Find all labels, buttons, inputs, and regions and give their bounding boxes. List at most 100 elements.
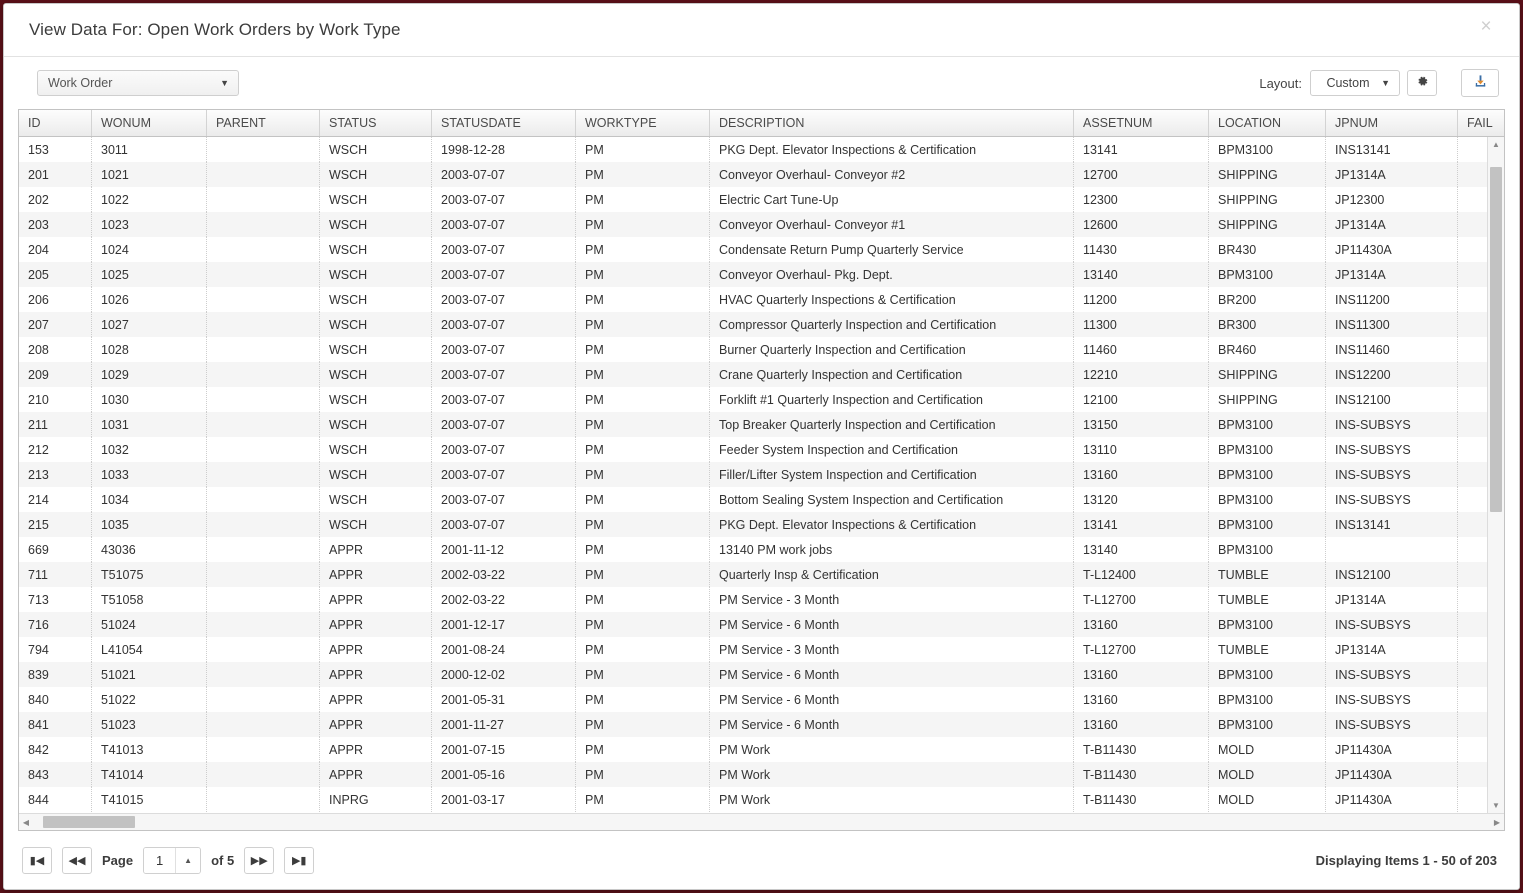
horizontal-scrollbar-thumb[interactable] <box>43 816 135 828</box>
scroll-up-icon[interactable]: ▲ <box>1488 137 1504 152</box>
cell-parent <box>207 362 320 387</box>
table-row[interactable]: 840 51022 APPR 2001-05-31 PM PM Service - 6 M… <box>19 687 1504 712</box>
scroll-down-icon[interactable]: ▼ <box>1488 798 1504 813</box>
table-row[interactable]: 210 1030 WSCH 2003-07-07 PM Forklift #1 Quart… <box>19 387 1504 412</box>
column-header-id[interactable]: ID <box>19 110 92 136</box>
cell-assetnum: 12600 <box>1074 212 1209 237</box>
table-row[interactable]: 203 1023 WSCH 2003-07-07 PM Conveyor Overhaul… <box>19 212 1504 237</box>
status-text: Displaying Items 1 - 50 of 203 <box>1315 853 1497 868</box>
layout-select[interactable]: Custom ▼ <box>1310 70 1400 96</box>
cell-statusdate: 2003-07-07 <box>432 362 576 387</box>
vertical-scrollbar[interactable]: ▲ ▼ <box>1487 137 1504 813</box>
cell-description: Filler/Lifter System Inspection and Cert… <box>710 462 1074 487</box>
table-row[interactable]: 842 T41013 APPR 2001-07-15 PM PM Work T-B11430… <box>19 737 1504 762</box>
cell-worktype: PM <box>576 437 710 462</box>
cell-status: WSCH <box>320 512 432 537</box>
cell-wonum: T41015 <box>92 787 207 812</box>
cell-assetnum: 13110 <box>1074 437 1209 462</box>
table-row[interactable]: 843 T41014 APPR 2001-05-16 PM PM Work T-B11430… <box>19 762 1504 787</box>
cell-jpnum: INS11300 <box>1326 312 1458 337</box>
last-page-button[interactable]: ▶▮ <box>284 847 315 874</box>
cell-parent <box>207 487 320 512</box>
export-button[interactable] <box>1461 69 1499 97</box>
cell-assetnum: 13140 <box>1074 537 1209 562</box>
table-row[interactable]: 215 1035 WSCH 2003-07-07 PM PKG Dept. Elevato… <box>19 512 1504 537</box>
table-row[interactable]: 202 1022 WSCH 2003-07-07 PM Electric Cart Tun… <box>19 187 1504 212</box>
cell-parent <box>207 412 320 437</box>
cell-statusdate: 2001-05-31 <box>432 687 576 712</box>
page-input[interactable] <box>144 848 176 873</box>
cell-parent <box>207 762 320 787</box>
close-icon[interactable]: × <box>1475 16 1497 38</box>
table-row[interactable]: 211 1031 WSCH 2003-07-07 PM Top Breaker Quart… <box>19 412 1504 437</box>
previous-page-button[interactable]: ◀◀ <box>62 847 92 874</box>
table-row[interactable]: 153 3011 WSCH 1998-12-28 PM PKG Dept. Elevato… <box>19 137 1504 162</box>
column-header-wonum[interactable]: WONUM <box>92 110 207 136</box>
cell-assetnum: 13160 <box>1074 462 1209 487</box>
settings-button[interactable] <box>1407 70 1437 96</box>
dialog-header: View Data For: Open Work Orders by Work … <box>4 4 1519 57</box>
column-header-worktype[interactable]: WORKTYPE <box>576 110 710 136</box>
table-row[interactable]: 208 1028 WSCH 2003-07-07 PM Burner Quarterly … <box>19 337 1504 362</box>
table-row[interactable]: 214 1034 WSCH 2003-07-07 PM Bottom Sealing Sy… <box>19 487 1504 512</box>
cell-worktype: PM <box>576 462 710 487</box>
table-row[interactable]: 204 1024 WSCH 2003-07-07 PM Condensate Return… <box>19 237 1504 262</box>
table-row[interactable]: 209 1029 WSCH 2003-07-07 PM Crane Quarterly I… <box>19 362 1504 387</box>
column-header-statusdate[interactable]: STATUSDATE <box>432 110 576 136</box>
column-header-status[interactable]: STATUS <box>320 110 432 136</box>
cell-parent <box>207 237 320 262</box>
cell-description: Forklift #1 Quarterly Inspection and Cer… <box>710 387 1074 412</box>
column-header-assetnum[interactable]: ASSETNUM <box>1074 110 1209 136</box>
table-row[interactable]: 841 51023 APPR 2001-11-27 PM PM Service - 6 M… <box>19 712 1504 737</box>
table-row[interactable]: 716 51024 APPR 2001-12-17 PM PM Service - 6 M… <box>19 612 1504 637</box>
table-row[interactable]: 713 T51058 APPR 2002-03-22 PM PM Service - 3 … <box>19 587 1504 612</box>
column-header-failurecode[interactable]: FAIL <box>1458 110 1504 136</box>
table-row[interactable]: 711 T51075 APPR 2002-03-22 PM Quarterly Insp … <box>19 562 1504 587</box>
first-page-button[interactable]: ▮◀ <box>22 847 52 874</box>
table-row[interactable]: 794 L41054 APPR 2001-08-24 PM PM Service - 3 … <box>19 637 1504 662</box>
table-row[interactable]: 213 1033 WSCH 2003-07-07 PM Filler/Lifter Sys… <box>19 462 1504 487</box>
column-header-parent[interactable]: PARENT <box>207 110 320 136</box>
cell-location: BPM3100 <box>1209 412 1326 437</box>
table-row[interactable]: 201 1021 WSCH 2003-07-07 PM Conveyor Overhaul… <box>19 162 1504 187</box>
cell-wonum: 1021 <box>92 162 207 187</box>
object-select[interactable]: Work Order ▼ <box>37 70 239 96</box>
cell-id: 213 <box>19 462 92 487</box>
cell-statusdate: 2001-12-17 <box>432 612 576 637</box>
table-row[interactable]: 205 1025 WSCH 2003-07-07 PM Conveyor Overhaul… <box>19 262 1504 287</box>
cell-statusdate: 2003-07-07 <box>432 487 576 512</box>
cell-description: PKG Dept. Elevator Inspections & Certifi… <box>710 512 1074 537</box>
cell-description: Bottom Sealing System Inspection and Cer… <box>710 487 1074 512</box>
cell-id: 211 <box>19 412 92 437</box>
column-header-jpnum[interactable]: JPNUM <box>1326 110 1458 136</box>
cell-wonum: 43036 <box>92 537 207 562</box>
cell-location: SHIPPING <box>1209 162 1326 187</box>
next-page-button[interactable]: ▶▶ <box>244 847 275 874</box>
table-row[interactable]: 839 51021 APPR 2000-12-02 PM PM Service - 6 M… <box>19 662 1504 687</box>
table-row[interactable]: 844 T41015 INPRG 2001-03-17 PM PM Work T-B1143… <box>19 787 1504 812</box>
cell-jpnum: JP1314A <box>1326 162 1458 187</box>
cell-worktype: PM <box>576 537 710 562</box>
cell-parent <box>207 512 320 537</box>
page-spinner-up-icon[interactable]: ▲ <box>175 848 201 873</box>
cell-id: 205 <box>19 262 92 287</box>
table-row[interactable]: 669 43036 APPR 2001-11-12 PM 13140 PM work jo… <box>19 537 1504 562</box>
cell-status: WSCH <box>320 212 432 237</box>
column-header-location[interactable]: LOCATION <box>1209 110 1326 136</box>
table-row[interactable]: 207 1027 WSCH 2003-07-07 PM Compressor Quarte… <box>19 312 1504 337</box>
cell-location: BPM3100 <box>1209 487 1326 512</box>
cell-location: TUMBLE <box>1209 637 1326 662</box>
page-number-field[interactable]: ▲ <box>143 847 202 874</box>
scroll-left-icon[interactable]: ◀ <box>19 814 33 830</box>
table-row[interactable]: 206 1026 WSCH 2003-07-07 PM HVAC Quarterly In… <box>19 287 1504 312</box>
cell-wonum: 51022 <box>92 687 207 712</box>
horizontal-scrollbar[interactable]: ◀ ▶ <box>19 813 1504 830</box>
cell-wonum: T51075 <box>92 562 207 587</box>
vertical-scrollbar-thumb[interactable] <box>1490 167 1502 512</box>
cell-status: INPRG <box>320 787 432 812</box>
scroll-right-icon[interactable]: ▶ <box>1490 814 1504 830</box>
column-header-description[interactable]: DESCRIPTION <box>710 110 1074 136</box>
cell-location: BR200 <box>1209 287 1326 312</box>
cell-statusdate: 2003-07-07 <box>432 212 576 237</box>
table-row[interactable]: 212 1032 WSCH 2003-07-07 PM Feeder System Ins… <box>19 437 1504 462</box>
